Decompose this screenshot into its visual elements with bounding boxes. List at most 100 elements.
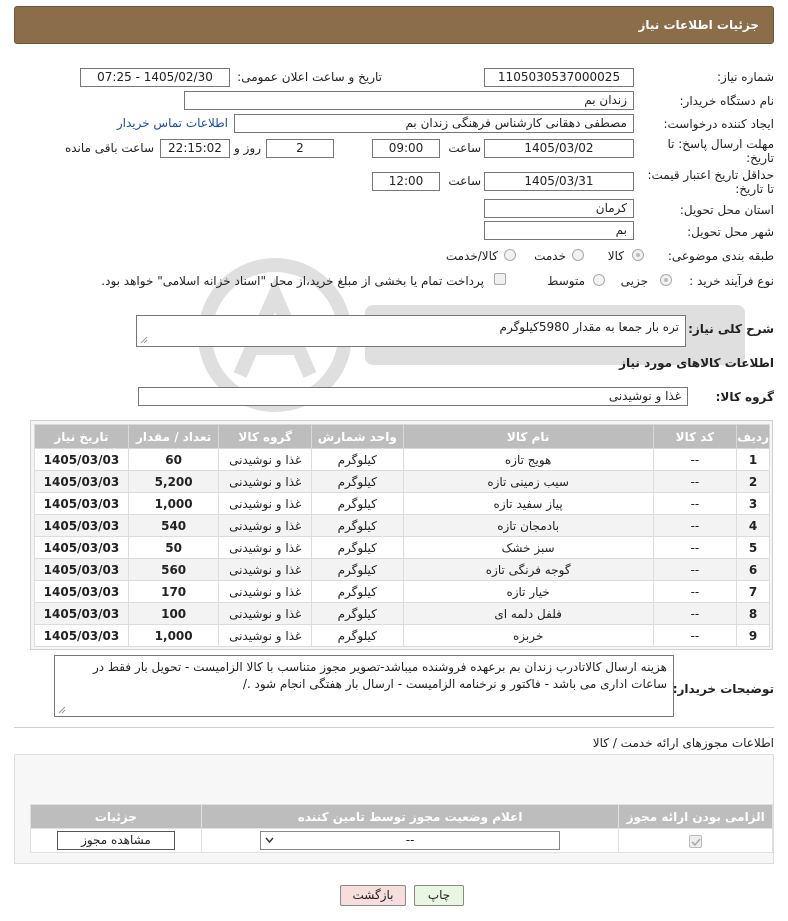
cell-date: 1405/03/03 [34,624,129,647]
table-row: 1 -- هویج تازه کیلوگرم غذا و نوشیدنی 60 1405/0… [34,448,770,471]
table-row: 2 -- سیب زمینی تازه کیلوگرم غذا و نوشیدنی 5,2… [34,470,770,493]
process-medium-radio[interactable] [593,274,605,286]
announce-field: 1405/02/30 - 07:25 [80,68,230,87]
remaining-label: ساعت باقی مانده [64,141,154,155]
page-title: جزئیات اطلاعات نیاز [638,18,759,32]
cell-row: 8 [736,602,770,625]
cell-name: سیب زمینی تازه [402,470,654,493]
buyer-contact-link[interactable]: اطلاعات تماس خریدار [117,116,228,130]
col-unit: واحد شمارش [310,424,404,449]
cell-row: 5 [736,536,770,559]
days-field: 2 [266,139,334,158]
back-button[interactable]: بازگشت [340,885,406,906]
cell-row: 2 [736,470,770,493]
deadline-time-field: 09:00 [372,139,440,158]
cell-date: 1405/03/03 [34,492,129,515]
price-time-field: 12:00 [372,172,440,191]
process-partial-radio[interactable] [660,274,672,286]
payment-note: پرداخت تمام یا بخشی از مبلغ خرید،از محل … [101,274,484,288]
category-both-radio[interactable] [504,249,516,261]
cell-group: غذا و نوشیدنی [218,492,312,515]
cell-row: 1 [736,448,770,471]
days-label: روز و [234,141,261,155]
creator-field: مصطفی دهقانی کارشناس فرهنگی زندان بم [234,114,634,133]
table-row: 8 -- فلفل دلمه ای کیلوگرم غذا و نوشیدنی 100 14… [34,602,770,625]
category-goods-label: کالا [607,249,624,263]
cell-unit: کیلوگرم [310,580,404,603]
check-icon [691,837,701,846]
cell-qty: 560 [127,558,220,581]
cell-name: خربزه [402,624,654,647]
goods-group-label: گروه کالا: [715,390,774,404]
col-row: ردیف [736,424,770,449]
province-field: کرمان [484,199,634,218]
print-button[interactable]: چاپ [414,885,464,906]
cell-group: غذا و نوشیدنی [218,558,312,581]
treasury-checkbox[interactable] [494,273,506,285]
table-row: 7 -- خیار تازه کیلوگرم غذا و نوشیدنی 170 1405/… [34,580,770,603]
description-label: شرح کلی نیاز: [688,322,774,336]
licenses-table: الزامی بودن ارائه مجوز اعلام وضعیت مجوز … [30,804,773,853]
items-table: ردیف کد کالا نام کالا واحد شمارش گروه کا… [34,424,770,647]
cell-code: -- [652,624,738,647]
cell-group: غذا و نوشیدنی [218,580,312,603]
goods-group-field: غذا و نوشیدنی [138,387,688,406]
cell-name: خیار تازه [402,580,654,603]
cell-date: 1405/03/03 [34,580,129,603]
col-name: نام کالا [402,424,654,449]
cell-qty: 1,000 [127,624,220,647]
col-group: گروه کالا [218,424,312,449]
price-validity-label-1: حداقل تاریخ اعتبار قیمت: [647,168,774,182]
creator-label: ایجاد کننده درخواست: [663,117,774,131]
cell-group: غذا و نوشیدنی [218,624,312,647]
table-row: 3 -- پیاز سفید تازه کیلوگرم غذا و نوشیدنی 1,0… [34,492,770,515]
cell-unit: کیلوگرم [310,602,404,625]
process-partial-label: جزیی [620,274,648,288]
cell-row: 7 [736,580,770,603]
process-medium-label: متوسط [547,274,585,288]
buyer-org-label: نام دستگاه خریدار: [679,94,775,108]
lic-col-status: اعلام وضعیت مجوز توسط تامین کننده [200,804,620,829]
category-service-radio[interactable] [572,249,584,261]
price-time-label: ساعت [448,174,481,188]
view-license-button[interactable]: مشاهده مجوز [56,831,175,850]
cell-code: -- [652,514,738,537]
category-goods-radio[interactable] [632,249,644,261]
description-textarea[interactable]: تره بار جمعا به مقدار 5980کیلوگرم [136,315,686,347]
col-qty: تعداد / مقدار [127,424,220,449]
province-label: استان محل تحویل: [679,203,774,217]
resize-grip-icon [140,336,148,344]
deadline-label-2: تاریخ: [746,151,774,165]
lic-col-required: الزامی بودن ارائه مجوز [618,804,773,829]
divider [14,727,774,728]
table-row: 4 -- بادمجان تازه کیلوگرم غذا و نوشیدنی 540 14… [34,514,770,537]
buyer-notes-text: هزینه ارسال کالاتادرب زندان بم برعهده فر… [92,660,667,691]
col-date: تاریخ نیاز [34,424,129,449]
cell-group: غذا و نوشیدنی [218,470,312,493]
cell-qty: 60 [127,448,220,471]
cell-qty: 540 [127,514,220,537]
col-code: کد کالا [652,424,738,449]
cell-date: 1405/03/03 [34,558,129,581]
cell-row: 4 [736,514,770,537]
cell-row: 9 [736,624,770,647]
process-label: نوع فرآیند خرید : [689,274,774,288]
cell-code: -- [652,558,738,581]
cell-group: غذا و نوشیدنی [218,514,312,537]
deadline-label-1: مهلت ارسال پاسخ: تا [667,137,774,151]
resize-grip-icon [58,706,66,714]
license-status-value: -- [405,833,415,847]
license-status-select[interactable]: -- [260,831,561,850]
cell-row: 3 [736,492,770,515]
cell-unit: کیلوگرم [310,448,404,471]
cell-unit: کیلوگرم [310,470,404,493]
city-label: شهر محل تحویل: [687,225,774,239]
deadline-time-label: ساعت [448,141,481,155]
cell-name: گوجه فرنگی تازه [402,558,654,581]
cell-qty: 50 [127,536,220,559]
license-required-checkbox[interactable] [689,834,703,848]
license-row: -- مشاهده مجوز [30,828,773,853]
buyer-notes-textarea[interactable]: هزینه ارسال کالاتادرب زندان بم برعهده فر… [54,655,674,717]
cell-row: 6 [736,558,770,581]
cell-date: 1405/03/03 [34,602,129,625]
